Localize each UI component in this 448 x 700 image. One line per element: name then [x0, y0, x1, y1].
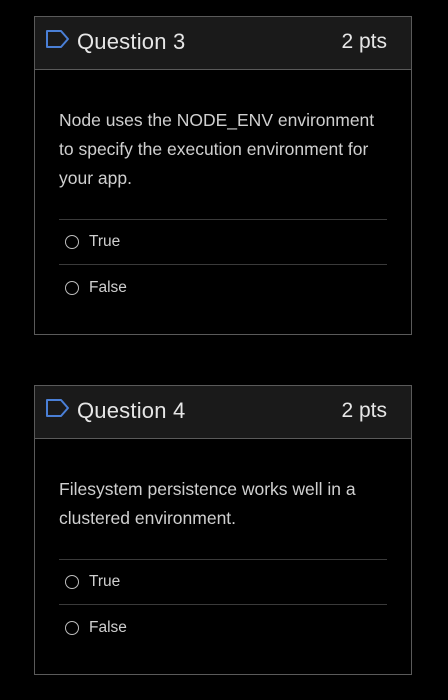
- answer-list: True False: [59, 559, 387, 650]
- question-title: Question 4: [77, 398, 186, 423]
- flag-icon[interactable]: [45, 29, 71, 49]
- question-text: Filesystem persistence works well in a c…: [59, 479, 356, 528]
- answer-option-false[interactable]: False: [59, 605, 387, 650]
- question-points: 2 pts: [341, 399, 387, 422]
- question-body: Node uses the NODE_ENV environment to sp…: [35, 70, 411, 310]
- radio-unchecked-icon[interactable]: [65, 575, 79, 589]
- question-card-4: Question 4 2 pts Filesystem persistence …: [34, 385, 412, 675]
- answer-option-true[interactable]: True: [59, 220, 387, 265]
- answer-label[interactable]: False: [89, 619, 127, 637]
- radio-unchecked-icon[interactable]: [65, 620, 79, 635]
- question-body: Filesystem persistence works well in a c…: [35, 439, 411, 650]
- radio-unchecked-icon[interactable]: [65, 280, 79, 295]
- question-header: Question 3 2 pts: [35, 17, 411, 70]
- flag-icon[interactable]: [45, 398, 71, 418]
- question-card-3: Question 3 2 pts Node uses the NODE_ENV …: [34, 16, 412, 335]
- answer-option-true[interactable]: True: [59, 560, 387, 605]
- answer-list: True False: [59, 219, 387, 310]
- question-points: 2 pts: [341, 30, 387, 53]
- answer-label[interactable]: False: [89, 279, 127, 297]
- answer-label[interactable]: True: [89, 233, 120, 251]
- question-header: Question 4 2 pts: [35, 386, 411, 439]
- answer-option-false[interactable]: False: [59, 265, 387, 310]
- question-title: Question 3: [77, 29, 186, 54]
- answer-label[interactable]: True: [89, 573, 120, 591]
- radio-unchecked-icon[interactable]: [65, 235, 79, 249]
- question-text: Node uses the NODE_ENV environment to sp…: [59, 110, 375, 188]
